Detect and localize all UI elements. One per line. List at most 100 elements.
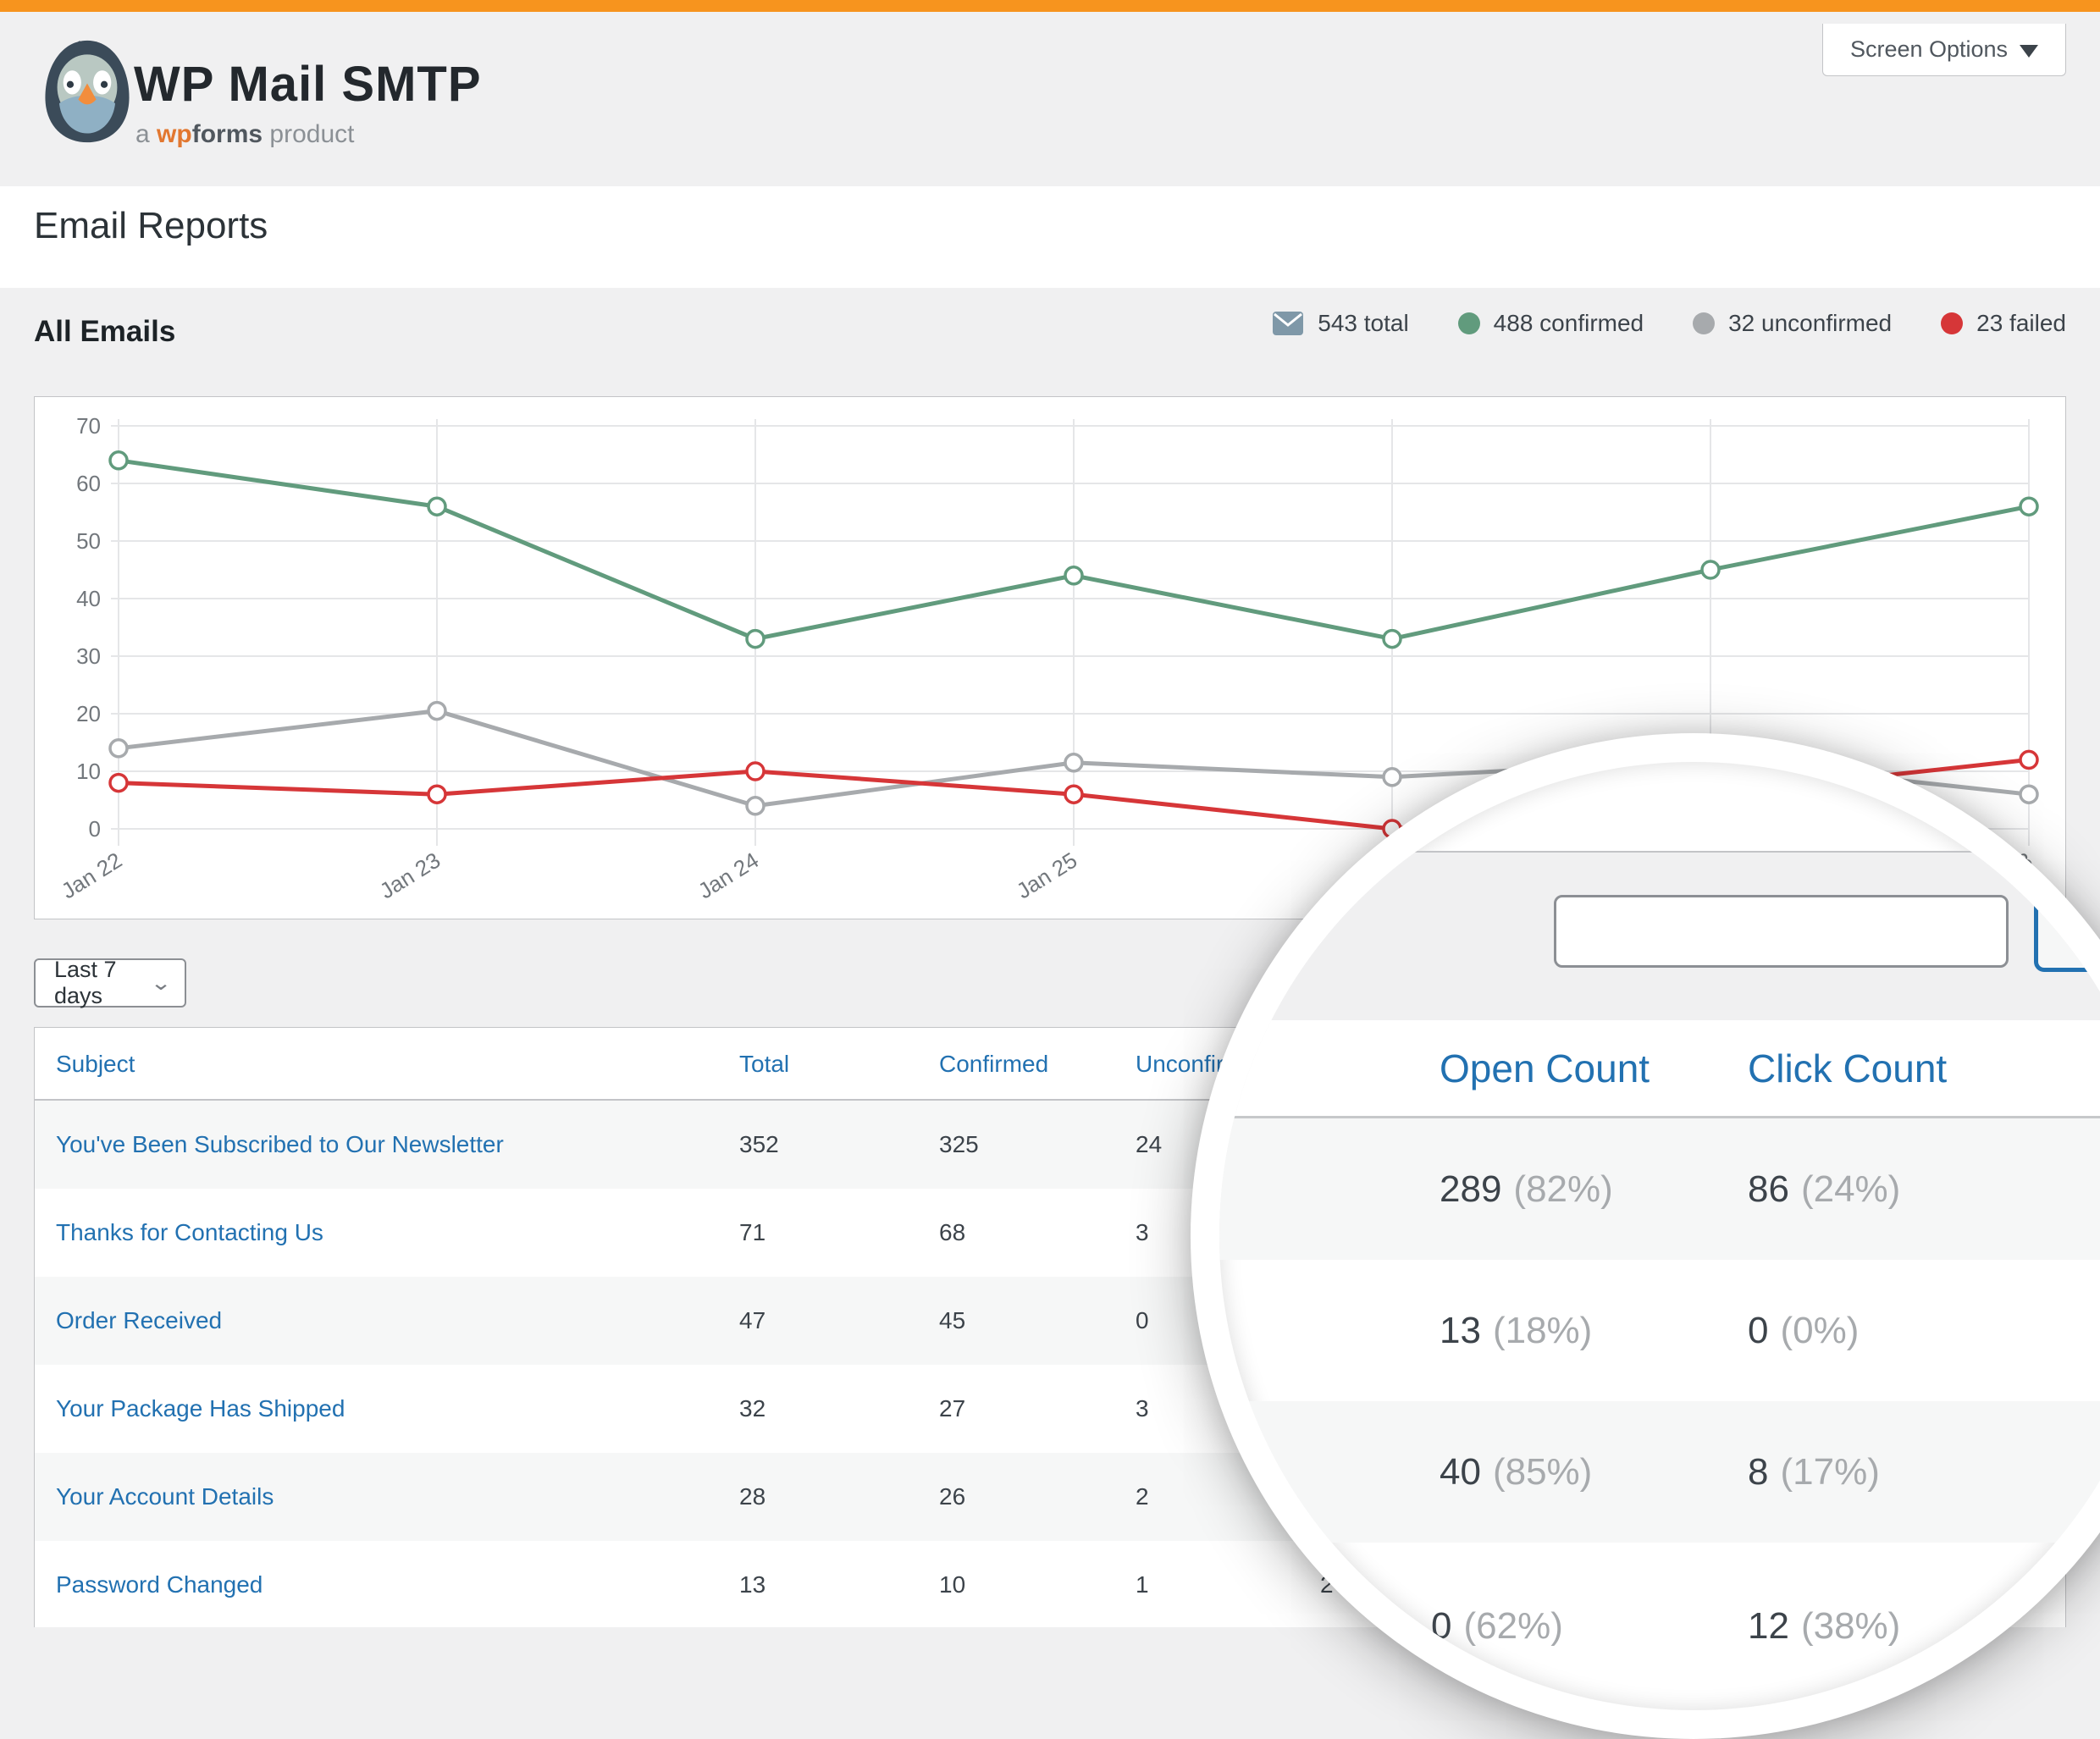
series-confirmed-point bbox=[1384, 631, 1401, 648]
open-count-percent: (62%) bbox=[1463, 1605, 1562, 1648]
magnified-row: 40 (85%) 8 (17%) bbox=[1219, 1401, 2100, 1543]
unconfirmed-dot-icon bbox=[1693, 312, 1715, 334]
column-header-open-count[interactable]: Open Count bbox=[1440, 1020, 1650, 1116]
legend-confirmed: 488 confirmed bbox=[1458, 310, 1644, 337]
y-axis-tick: 10 bbox=[76, 759, 101, 784]
unconfirmed-cell: 0 bbox=[1136, 1277, 1149, 1365]
unconfirmed-cell: 3 bbox=[1136, 1365, 1149, 1453]
confirmed-cell: 10 bbox=[939, 1541, 965, 1629]
brand-byline: a wpforms product bbox=[135, 120, 354, 149]
open-count-percent: (18%) bbox=[1493, 1310, 1592, 1352]
total-cell: 47 bbox=[739, 1277, 765, 1365]
series-confirmed-point bbox=[428, 498, 445, 515]
subject-link[interactable]: You've Been Subscribed to Our Newsletter bbox=[56, 1101, 504, 1189]
wp-mail-smtp-pigeon-logo bbox=[37, 37, 137, 146]
magnified-search-input[interactable] bbox=[1554, 895, 2009, 968]
open-count-value: 289 bbox=[1440, 1168, 1501, 1211]
series-confirmed-point bbox=[110, 452, 127, 469]
byline-wp: wp bbox=[157, 120, 192, 148]
series-failed-point bbox=[110, 775, 127, 792]
y-axis-tick: 50 bbox=[76, 528, 101, 554]
series-confirmed-point bbox=[1702, 561, 1719, 578]
page-title: Email Reports bbox=[34, 205, 268, 247]
unconfirmed-cell: 24 bbox=[1136, 1101, 1162, 1189]
section-title: All Emails bbox=[34, 315, 175, 349]
plugin-header: WP Mail SMTP a wpforms product Screen Op… bbox=[0, 12, 2100, 186]
subject-link[interactable]: Order Received bbox=[56, 1277, 222, 1365]
byline-suffix: product bbox=[269, 120, 354, 148]
legend-total: 543 total bbox=[1272, 310, 1408, 337]
y-axis-tick: 20 bbox=[76, 701, 101, 726]
y-axis-tick: 0 bbox=[89, 816, 101, 842]
legend-failed-label: 23 failed bbox=[1976, 310, 2066, 337]
subject-link[interactable]: Password Changed bbox=[56, 1541, 262, 1629]
legend-confirmed-label: 488 confirmed bbox=[1494, 310, 1644, 337]
series-failed-point bbox=[428, 786, 445, 803]
envelope-icon bbox=[1272, 311, 1304, 336]
magnified-search-button[interactable] bbox=[2034, 889, 2100, 972]
y-axis-tick: 60 bbox=[76, 471, 101, 496]
confirmed-cell: 45 bbox=[939, 1277, 965, 1365]
column-header-confirmed[interactable]: Confirmed bbox=[939, 1028, 1048, 1101]
magnifier-content: Open Count Click Count 289(82%) 86(24%) … bbox=[1219, 762, 2100, 1710]
y-axis-tick: 30 bbox=[76, 643, 101, 669]
magnified-header-row: Open Count Click Count bbox=[1219, 1020, 2100, 1116]
x-axis-tick: Jan 22 bbox=[57, 847, 126, 904]
x-axis-tick: Jan 24 bbox=[694, 847, 763, 904]
screen-options-button[interactable]: Screen Options bbox=[1822, 24, 2066, 76]
subject-link[interactable]: Thanks for Contacting Us bbox=[56, 1189, 323, 1277]
total-cell: 13 bbox=[739, 1541, 765, 1629]
legend-failed: 23 failed bbox=[1941, 310, 2066, 337]
confirmed-cell: 68 bbox=[939, 1189, 965, 1277]
confirmed-dot-icon bbox=[1458, 312, 1480, 334]
subject-link[interactable]: Your Account Details bbox=[56, 1453, 274, 1541]
date-range-value: Last 7 days bbox=[54, 957, 152, 1009]
x-axis-tick: Jan 25 bbox=[1012, 847, 1081, 904]
total-cell: 28 bbox=[739, 1453, 765, 1541]
open-count-percent: (85%) bbox=[1493, 1451, 1592, 1493]
legend-unconfirmed: 32 unconfirmed bbox=[1693, 310, 1892, 337]
series-failed-point bbox=[2020, 751, 2037, 768]
magnifier-circle: Open Count Click Count 289(82%) 86(24%) … bbox=[1191, 733, 2100, 1739]
unconfirmed-cell: 1 bbox=[1136, 1541, 1149, 1629]
chevron-down-icon bbox=[2020, 45, 2038, 58]
column-header-total[interactable]: Total bbox=[739, 1028, 789, 1101]
total-cell: 71 bbox=[739, 1189, 765, 1277]
series-confirmed-point bbox=[747, 631, 764, 648]
open-count-value: 40 bbox=[1440, 1451, 1481, 1493]
total-cell: 32 bbox=[739, 1365, 765, 1453]
accent-top-bar bbox=[0, 0, 2100, 12]
date-range-select[interactable]: Last 7 days ⌄ bbox=[34, 958, 186, 1008]
failed-dot-icon bbox=[1941, 312, 1963, 334]
byline-prefix: a bbox=[135, 120, 150, 148]
column-header-subject[interactable]: Subject bbox=[56, 1028, 135, 1101]
legend-total-label: 543 total bbox=[1318, 310, 1408, 337]
chart-legend: 543 total 488 confirmed 32 unconfirmed 2… bbox=[1272, 310, 2066, 337]
click-count-value: 8 bbox=[1748, 1451, 1768, 1493]
unconfirmed-cell: 3 bbox=[1136, 1189, 1149, 1277]
click-count-percent: (24%) bbox=[1801, 1168, 1900, 1211]
open-count-value: 13 bbox=[1440, 1310, 1481, 1352]
click-count-percent: (17%) bbox=[1780, 1451, 1879, 1493]
x-axis-tick: Jan 23 bbox=[375, 847, 445, 904]
magnified-row: 289(82%) 86(24%) bbox=[1219, 1118, 2100, 1260]
series-unconfirmed-point bbox=[1384, 769, 1401, 786]
series-failed-point bbox=[747, 763, 764, 780]
series-unconfirmed-point bbox=[1065, 754, 1082, 771]
click-count-value: 12 bbox=[1748, 1605, 1789, 1648]
click-count-value: 86 bbox=[1748, 1168, 1789, 1211]
subject-link[interactable]: Your Package Has Shipped bbox=[56, 1365, 345, 1453]
click-count-percent: (0%) bbox=[1780, 1310, 1859, 1352]
confirmed-cell: 325 bbox=[939, 1101, 979, 1189]
column-header-click-count[interactable]: Click Count bbox=[1748, 1020, 1947, 1116]
confirmed-cell: 27 bbox=[939, 1365, 965, 1453]
series-unconfirmed-point bbox=[2020, 786, 2037, 803]
click-count-value: 0 bbox=[1748, 1310, 1768, 1352]
y-axis-tick: 70 bbox=[76, 413, 101, 439]
legend-unconfirmed-label: 32 unconfirmed bbox=[1728, 310, 1892, 337]
chevron-down-icon: ⌄ bbox=[150, 971, 172, 996]
screen-options-label: Screen Options bbox=[1850, 36, 2008, 63]
byline-forms: forms bbox=[192, 120, 262, 148]
series-confirmed-point bbox=[2020, 498, 2037, 515]
series-failed-point bbox=[1065, 786, 1082, 803]
